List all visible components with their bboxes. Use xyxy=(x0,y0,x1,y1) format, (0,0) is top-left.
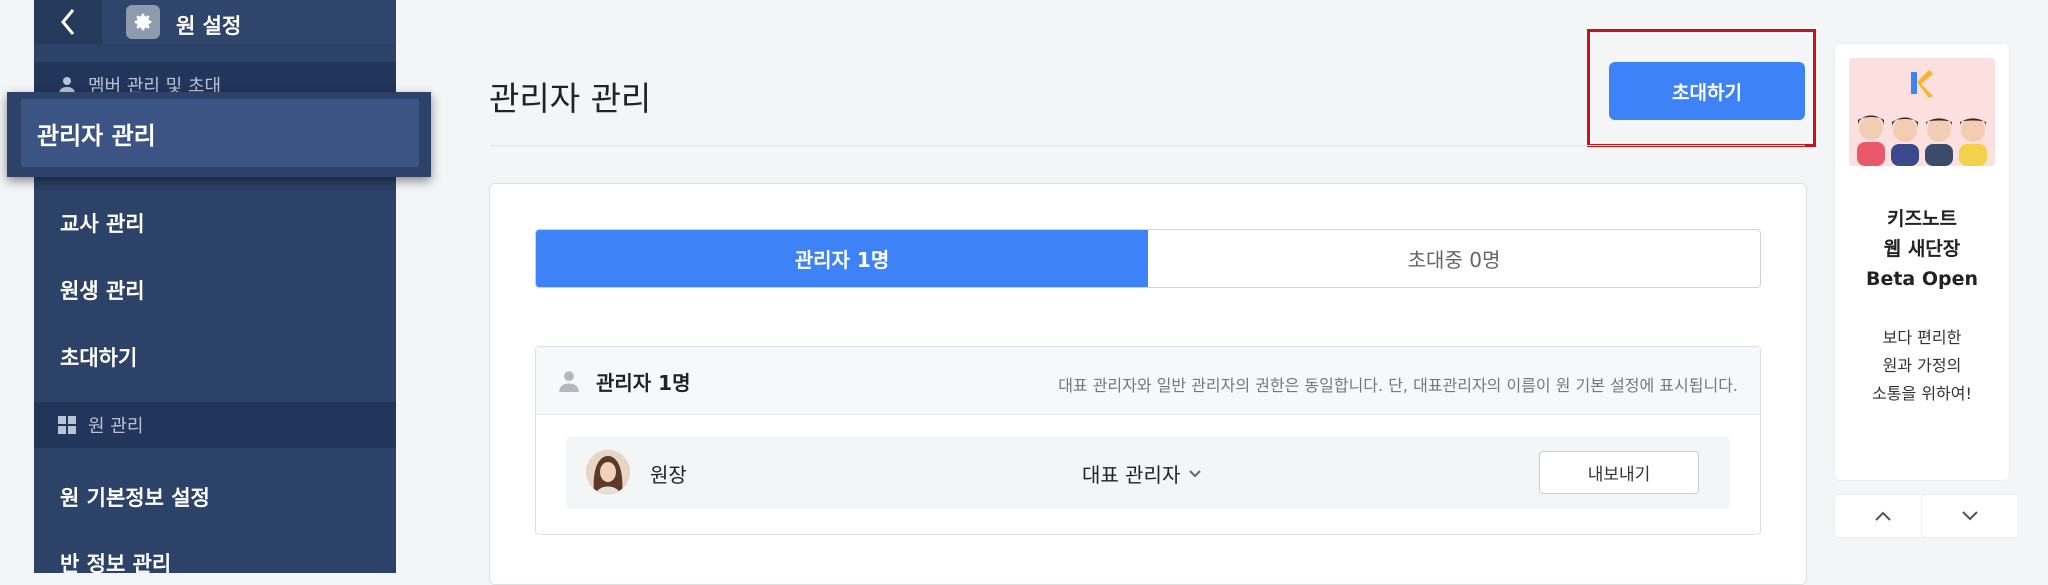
export-button[interactable]: 내보내기 xyxy=(1539,451,1699,494)
banner-description: 보다 편리한 원과 가정의 소통을 위하여! xyxy=(1835,324,2009,408)
promo-banner[interactable]: 키즈노트 웹 새단장 Beta Open 보다 편리한 원과 가정의 소통을 위… xyxy=(1834,43,2010,481)
tab-admins[interactable]: 관리자 1명 xyxy=(536,230,1148,287)
banner-desc-line1: 보다 편리한 xyxy=(1882,328,1962,347)
banner-next-button[interactable] xyxy=(1921,494,2019,538)
sidebar-item-basic-info[interactable]: 원 기본정보 설정 xyxy=(60,482,210,512)
gear-icon xyxy=(126,5,160,39)
section-org: 원 관리 xyxy=(34,402,396,448)
admin-count: 관리자 1명 xyxy=(596,371,691,395)
banner-desc-line2: 원과 가정의 xyxy=(1882,356,1962,375)
sidebar-item-admin-highlight[interactable]: 관리자 관리 xyxy=(7,92,431,177)
banner-illustration xyxy=(1849,58,1995,166)
chevron-down-icon xyxy=(1189,469,1202,477)
sidebar: 원 설정 멤버 관리 및 초대 교사 관리 원생 관리 초대하기 원 관리 원 … xyxy=(34,0,396,576)
chevron-up-icon xyxy=(1875,511,1891,521)
banner-title-line2: 웹 새단장 xyxy=(1883,238,1961,260)
sidebar-item-admin-label: 관리자 관리 xyxy=(37,121,156,150)
banner-title: 키즈노트 웹 새단장 Beta Open xyxy=(1835,204,2009,294)
banner-prev-button[interactable] xyxy=(1834,494,1932,538)
list-item: 원장 대표 관리자 내보내기 xyxy=(566,437,1730,509)
back-chevron-icon xyxy=(61,9,75,35)
banner-title-line1: 키즈노트 xyxy=(1887,208,1957,230)
divider xyxy=(489,145,1805,146)
tab-invited[interactable]: 초대중 0명 xyxy=(1148,230,1760,287)
banner-title-line3: Beta Open xyxy=(1865,268,1979,290)
person-icon xyxy=(558,370,580,396)
annotation-highlight-box xyxy=(1587,29,1816,147)
role-label: 대표 관리자 xyxy=(1082,463,1181,487)
avatar xyxy=(586,450,630,494)
admin-list-header: 관리자 1명 대표 관리자와 일반 관리자의 권한은 동일합니다. 단, 대표관… xyxy=(536,347,1760,415)
sidebar-item-admin[interactable]: 관리자 관리 xyxy=(21,99,419,167)
admin-note: 대표 관리자와 일반 관리자의 권한은 동일합니다. 단, 대표관리자의 이름이… xyxy=(1058,376,1738,395)
admin-list: 관리자 1명 대표 관리자와 일반 관리자의 권한은 동일합니다. 단, 대표관… xyxy=(535,346,1761,535)
back-button[interactable] xyxy=(34,0,102,44)
admin-card: 관리자 1명 초대중 0명 관리자 1명 대표 관리자와 일반 관리자의 권한은… xyxy=(489,183,1807,585)
tab-bar: 관리자 1명 초대중 0명 xyxy=(535,229,1761,288)
chevron-down-icon xyxy=(1962,511,1978,521)
section-org-label: 원 관리 xyxy=(88,416,144,437)
page-title: 관리자 관리 xyxy=(489,79,652,118)
sidebar-header: 원 설정 xyxy=(34,0,396,44)
sidebar-item-students[interactable]: 원생 관리 xyxy=(60,275,145,305)
sidebar-item-invite[interactable]: 초대하기 xyxy=(60,342,137,372)
sidebar-item-class-info[interactable]: 반 정보 관리 xyxy=(60,548,171,578)
admin-name: 원장 xyxy=(650,463,687,487)
grid-icon xyxy=(58,416,76,434)
banner-desc-line3: 소통을 위하여! xyxy=(1872,384,1972,403)
sidebar-item-teachers[interactable]: 교사 관리 xyxy=(60,208,145,238)
role-dropdown[interactable]: 대표 관리자 xyxy=(1082,459,1202,488)
sidebar-title: 원 설정 xyxy=(176,14,242,38)
